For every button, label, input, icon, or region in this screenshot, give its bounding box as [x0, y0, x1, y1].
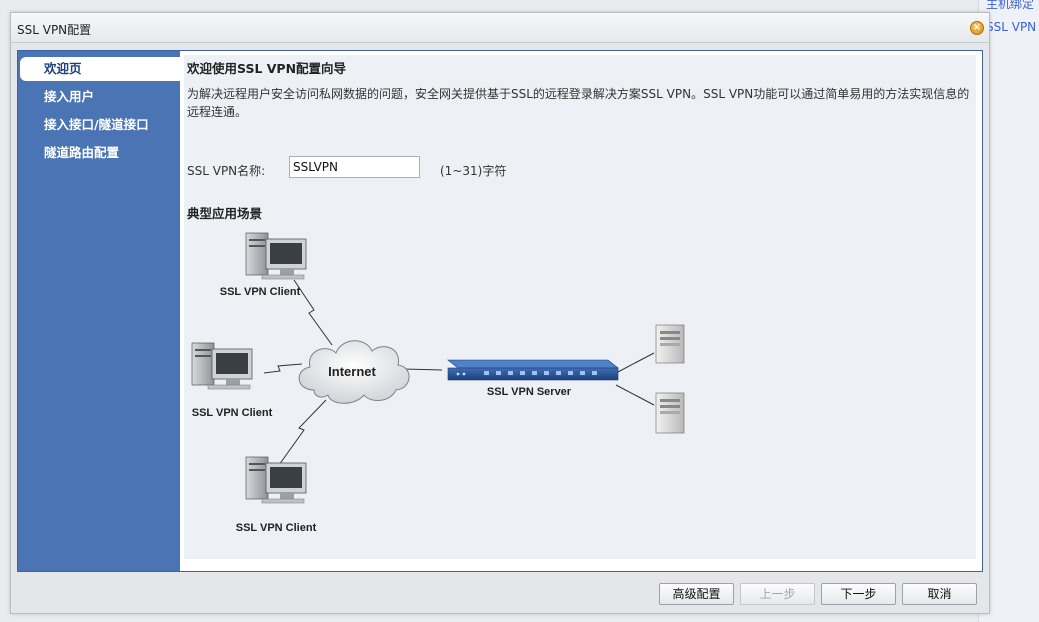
nav-item-access-users[interactable]: 接入用户 — [20, 85, 178, 109]
wizard-frame: 欢迎页 接入用户 接入接口/隧道接口 隧道路由配置 欢迎使用SSL VPN配置向… — [17, 50, 983, 572]
nav-item-welcome[interactable]: 欢迎页 — [20, 57, 180, 81]
wizard-nav: 欢迎页 接入用户 接入接口/隧道接口 隧道路由配置 — [18, 51, 180, 571]
content-panel: 欢迎使用SSL VPN配置向导 为解决远程用户安全访问私网数据的问题，安全网关提… — [184, 55, 976, 559]
application-scenario-diagram: SSL VPN Client SSL VPN Client SSL VPN Cl… — [191, 232, 685, 534]
advanced-config-button[interactable]: 高级配置 — [659, 583, 734, 605]
scene-heading: 典型应用场景 — [187, 206, 263, 221]
client-label-bottom: SSL VPN Client — [236, 522, 317, 534]
vpn-name-input[interactable] — [289, 156, 420, 178]
internet-label: Internet — [328, 364, 376, 379]
backend-server-icon-top — [655, 324, 685, 364]
server-label: SSL VPN Server — [487, 386, 572, 398]
client-label-top: SSL VPN Client — [220, 286, 301, 298]
prev-step-button[interactable]: 上一步 — [740, 583, 815, 605]
background-link-ssl-vpn[interactable]: SSL VPN — [986, 20, 1039, 34]
ssl-vpn-config-dialog: SSL VPN配置 × 欢迎页 接入用户 接入接口/隧道接口 隧道路由配置 欢迎… — [10, 12, 990, 614]
next-step-button[interactable]: 下一步 — [821, 583, 896, 605]
background-link-host-bind[interactable]: 主机绑定 — [986, 0, 1039, 12]
wizard-content: 欢迎使用SSL VPN配置向导 为解决远程用户安全访问私网数据的问题，安全网关提… — [180, 51, 982, 571]
vpn-name-hint: (1~31)字符 — [440, 164, 507, 178]
client-computer-top — [245, 232, 307, 280]
vpn-server-switch-icon — [447, 359, 619, 381]
welcome-description: 为解决远程用户安全访问私网数据的问题，安全网关提供基于SSL的远程登录解决方案S… — [187, 87, 970, 119]
client-computer-bottom — [245, 456, 307, 504]
cancel-button[interactable]: 取消 — [902, 583, 977, 605]
backend-server-icon-bottom — [655, 392, 685, 434]
client-computer-middle — [191, 342, 253, 390]
close-icon[interactable]: × — [970, 21, 984, 35]
nav-item-access-interface[interactable]: 接入接口/隧道接口 — [20, 113, 178, 137]
dialog-titlebar: SSL VPN配置 — [11, 13, 989, 43]
welcome-heading: 欢迎使用SSL VPN配置向导 — [187, 61, 347, 76]
client-label-middle: SSL VPN Client — [192, 407, 273, 419]
dialog-title: SSL VPN配置 — [17, 23, 92, 37]
vpn-name-label: SSL VPN名称: — [187, 164, 266, 178]
nav-item-tunnel-route[interactable]: 隧道路由配置 — [20, 141, 178, 165]
